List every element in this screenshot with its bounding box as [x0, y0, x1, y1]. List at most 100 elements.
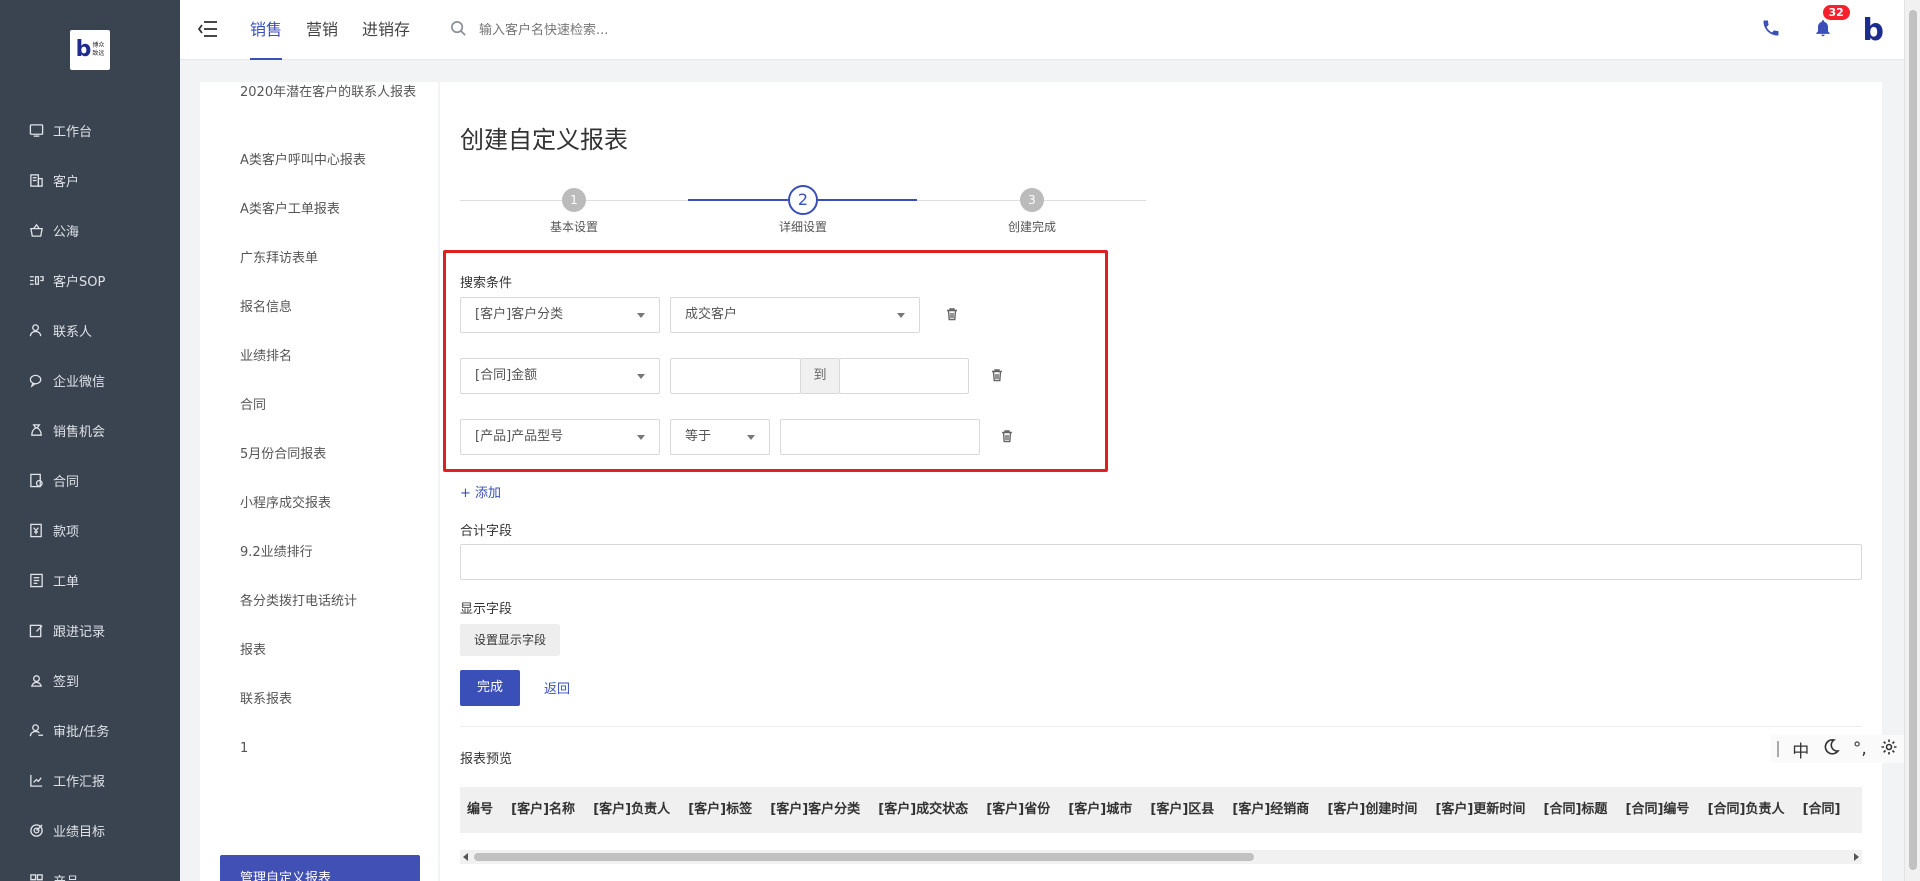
report-list-item[interactable]: 小程序成交报表	[240, 493, 420, 515]
product-model-input[interactable]	[780, 419, 980, 455]
report-list-item[interactable]: 2020年潜在客户的联系人报表	[240, 82, 420, 104]
select-value: [合同]金额	[475, 368, 538, 383]
step-detail-settings: 2 详细设置	[743, 185, 863, 235]
sop-icon	[28, 272, 44, 288]
report-list-item[interactable]: 联系报表	[240, 689, 420, 711]
preview-horizontal-scrollbar[interactable]	[460, 850, 1862, 864]
nav-item-work-report[interactable]: 工作汇报	[0, 755, 180, 805]
step-label: 详细设置	[778, 220, 827, 234]
table-column-header: [合同]编号	[1625, 802, 1690, 817]
nav-item-contract[interactable]: 合同	[0, 455, 180, 505]
user-task-icon	[28, 722, 44, 738]
sum-fields-input[interactable]	[460, 544, 1862, 580]
condition-1-value-select[interactable]: 成交客户	[670, 297, 920, 333]
sum-fields-label: 合计字段	[460, 524, 513, 539]
report-list-item[interactable]: 报名信息	[240, 297, 420, 319]
search-input[interactable]	[479, 22, 739, 38]
nav-item-label: 联系人	[53, 324, 93, 340]
main-content: 创建自定义报表 1 基本设置 2 详细设置 3 创建完成 搜索条件 [客户]客户…	[440, 82, 1882, 881]
company-logo[interactable]: b 博众 致远	[70, 30, 110, 70]
tab-sales[interactable]: 销售	[250, 0, 283, 60]
table-column-header: [客户]创建时间	[1327, 802, 1418, 817]
report-list-item[interactable]: A类客户工单报表	[240, 199, 420, 221]
add-condition-link[interactable]: + 添加	[460, 482, 501, 501]
amount-min-input[interactable]	[670, 358, 801, 394]
top-right-tools: 32 b	[1761, 0, 1884, 60]
select-value: [客户]客户分类	[475, 307, 564, 322]
grid-icon	[28, 872, 44, 881]
collapse-menu-icon[interactable]	[197, 20, 220, 40]
nav-item-wecom[interactable]: 企业微信	[0, 355, 180, 405]
drag-handle-icon[interactable]	[1777, 741, 1780, 757]
tab-inventory[interactable]: 进销存	[362, 0, 410, 60]
nav-item-customer[interactable]: 客户	[0, 155, 180, 205]
condition-1-field-select[interactable]: [客户]客户分类	[460, 297, 660, 333]
chevron-down-icon	[747, 435, 755, 440]
nav-item-check-in[interactable]: 签到	[0, 655, 180, 705]
ime-punctuation-toggle[interactable]: °,	[1853, 739, 1867, 759]
report-list-item[interactable]: 5月份合同报表	[240, 444, 420, 466]
phone-icon[interactable]	[1761, 18, 1781, 42]
nav-item-contacts[interactable]: 联系人	[0, 305, 180, 355]
done-button[interactable]: 完成	[460, 670, 520, 706]
table-column-header: [合同]	[1802, 802, 1841, 817]
scroll-left-icon[interactable]	[463, 853, 468, 861]
chevron-down-icon	[637, 313, 645, 318]
brand-logo[interactable]: b	[1863, 13, 1884, 48]
page-vertical-scrollbar[interactable]	[1904, 0, 1920, 881]
nav-item-follow-up[interactable]: 跟进记录	[0, 605, 180, 655]
report-list-item[interactable]: 各分类拨打电话统计	[240, 591, 420, 613]
nav-item-label: 款项	[53, 524, 80, 540]
nav-item-product[interactable]: 产品	[0, 855, 180, 881]
report-list-item[interactable]: 合同	[240, 395, 420, 417]
nav-item-sales-opportunity[interactable]: 销售机会	[0, 405, 180, 455]
ime-toolbar: 中 °,	[1771, 735, 1904, 763]
report-list-item[interactable]: A类客户呼叫中心报表	[240, 150, 420, 172]
nav-item-public-pool[interactable]: 公海	[0, 205, 180, 255]
report-list-item[interactable]: 1	[240, 738, 420, 760]
nav-item-work-order[interactable]: 工单	[0, 555, 180, 605]
set-display-fields-button[interactable]: 设置显示字段	[460, 624, 560, 656]
nav-item-approval-task[interactable]: 审批/任务	[0, 705, 180, 755]
moon-icon[interactable]	[1822, 738, 1840, 761]
gear-icon[interactable]	[1880, 738, 1898, 761]
module-tabs: 销售 营销 进销存	[250, 0, 434, 60]
condition-2-field-select[interactable]: [合同]金额	[460, 358, 660, 394]
tab-marketing[interactable]: 营销	[306, 0, 338, 60]
amount-max-input[interactable]	[839, 358, 969, 394]
back-link[interactable]: 返回	[544, 678, 570, 697]
progress-stepper: 1 基本设置 2 详细设置 3 创建完成	[460, 180, 1150, 234]
nav-item-payment[interactable]: 款项	[0, 505, 180, 555]
nav-list: 工作台 客户 公海 客户SOP 联系人 企业微信 销售机会 合同 款项 工单 跟…	[0, 105, 180, 881]
condition-3-field-select[interactable]: [产品]产品型号	[460, 419, 660, 455]
trash-icon[interactable]	[990, 368, 1006, 384]
scroll-right-icon[interactable]	[1854, 853, 1859, 861]
scrollbar-thumb[interactable]	[1909, 10, 1917, 870]
step-number: 1	[562, 188, 586, 212]
nav-item-label: 工单	[53, 574, 80, 590]
notification-bell[interactable]: 32	[1813, 5, 1850, 42]
nav-item-workbench[interactable]: 工作台	[0, 105, 180, 155]
preview-table-header: 编号 [客户]名称 [客户]负责人 [客户]标签 [客户]客户分类 [客户]成交…	[460, 787, 1862, 833]
nav-item-performance-goal[interactable]: 业绩目标	[0, 805, 180, 855]
bell-icon	[1813, 20, 1833, 42]
manage-custom-reports-item[interactable]: 管理自定义报表	[220, 855, 420, 881]
ticket-icon	[28, 572, 44, 588]
trash-icon[interactable]	[1000, 429, 1016, 445]
target-icon	[28, 822, 44, 838]
table-column-header: [客户]名称	[511, 802, 576, 817]
nav-item-label: 客户	[53, 174, 80, 190]
nav-item-label: 客户SOP	[53, 274, 106, 290]
report-list-item[interactable]: 报表	[240, 640, 420, 662]
nav-item-customer-sop[interactable]: 客户SOP	[0, 255, 180, 305]
report-list-item[interactable]: 业绩排名	[240, 346, 420, 368]
ime-language-toggle[interactable]: 中	[1792, 737, 1809, 762]
report-list-item[interactable]: 广东拜访表单	[240, 248, 420, 270]
nav-item-label: 工作汇报	[53, 774, 106, 790]
table-column-header: 编号	[467, 802, 494, 817]
report-list-item[interactable]: 9.2业绩排行	[240, 542, 420, 564]
nav-item-label: 企业微信	[53, 374, 106, 390]
trash-icon[interactable]	[945, 307, 961, 323]
scrollbar-thumb[interactable]	[474, 853, 1254, 861]
condition-3-operator-select[interactable]: 等于	[670, 419, 770, 455]
